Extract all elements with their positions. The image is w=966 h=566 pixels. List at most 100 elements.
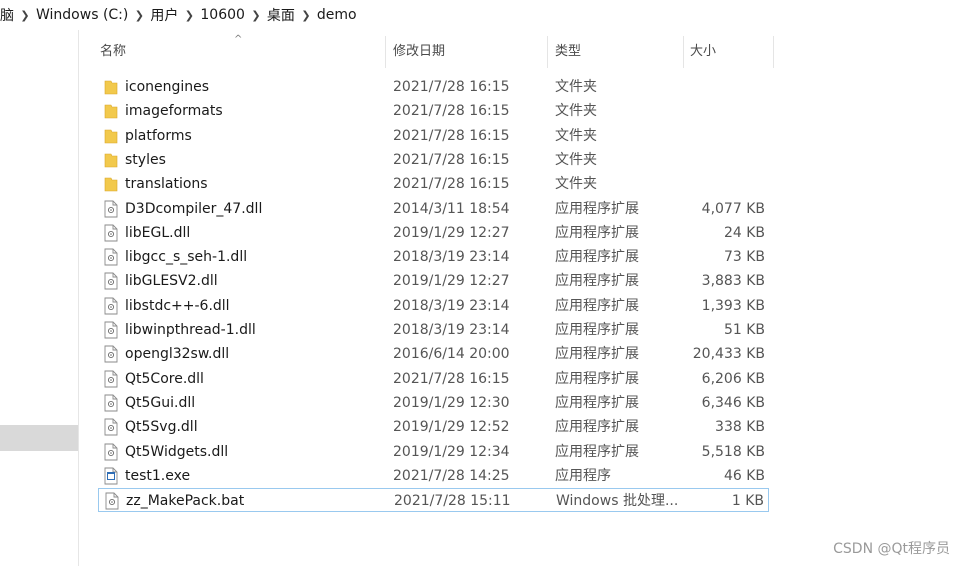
chevron-right-icon[interactable]: ❯: [132, 9, 146, 22]
file-name: iconengines: [125, 79, 210, 95]
file-size: 5,518 KB: [701, 443, 765, 460]
file-size: 46 KB: [723, 467, 765, 484]
sort-ascending-icon: ^: [234, 34, 243, 45]
file-row[interactable]: Qt5Core.dll 2021/7/28 16:15 应用程序扩展 6,206 KB: [98, 367, 769, 391]
file-type: 文件夹: [555, 176, 597, 193]
dll-file-icon: [104, 248, 118, 266]
file-row[interactable]: iconengines 2021/7/28 16:15 文件夹: [98, 75, 769, 99]
file-date: 2019/1/29 12:27: [393, 224, 510, 241]
breadcrumb-item[interactable]: 脑: [0, 5, 18, 25]
file-size: 6,206 KB: [701, 370, 765, 387]
file-row[interactable]: libEGL.dll 2019/1/29 12:27 应用程序扩展 24 KB: [98, 221, 769, 245]
file-row[interactable]: imageformats 2021/7/28 16:15 文件夹: [98, 99, 769, 123]
file-name: opengl32sw.dll: [125, 346, 230, 363]
file-type: 应用程序扩展: [555, 394, 639, 411]
dll-file-icon: [104, 272, 118, 290]
dll-file-icon: [104, 418, 118, 436]
breadcrumb-item[interactable]: Windows (C:): [32, 7, 132, 23]
file-name: platforms: [125, 127, 192, 144]
folder-icon: [104, 102, 118, 120]
file-name: libGLESV2.dll: [125, 273, 218, 290]
file-name: styles: [125, 151, 166, 168]
file-row[interactable]: libgcc_s_seh-1.dll 2018/3/19 23:14 应用程序扩展 7…: [98, 245, 769, 269]
column-header-name[interactable]: 名称: [100, 30, 126, 68]
file-row[interactable]: zz_MakePack.bat 2021/7/28 15:11 Windows 批处…: [98, 488, 769, 513]
file-name: Qt5Gui.dll: [125, 394, 196, 411]
dll-file-icon: [104, 370, 118, 388]
file-row[interactable]: translations 2021/7/28 16:15 文件夹: [98, 172, 769, 196]
chevron-right-icon[interactable]: ❯: [249, 9, 263, 22]
file-name: zz_MakePack.bat: [126, 493, 245, 510]
file-type: 应用程序扩展: [555, 419, 639, 436]
file-size: 3,883 KB: [701, 273, 765, 290]
file-type: 应用程序: [555, 467, 611, 484]
column-divider[interactable]: [773, 36, 774, 68]
breadcrumb-item[interactable]: 用户: [146, 5, 182, 25]
file-size: 4,077 KB: [701, 200, 765, 217]
column-header-type[interactable]: 类型: [555, 30, 581, 68]
bat-file-icon: [105, 492, 119, 510]
chevron-right-icon[interactable]: ❯: [182, 9, 196, 22]
file-date: 2021/7/28 16:15: [393, 151, 510, 168]
file-size: 73 KB: [723, 249, 765, 266]
breadcrumb-item[interactable]: 10600: [196, 7, 249, 23]
column-header-date[interactable]: 修改日期: [393, 30, 445, 68]
file-row[interactable]: D3Dcompiler_47.dll 2014/3/11 18:54 应用程序扩展 4…: [98, 197, 769, 221]
file-date: 2021/7/28 16:15: [393, 79, 510, 95]
exe-file-icon: [104, 467, 118, 485]
navigation-pane-selected-item[interactable]: [0, 425, 78, 451]
file-name: Qt5Svg.dll: [125, 419, 198, 436]
file-row[interactable]: opengl32sw.dll 2016/6/14 20:00 应用程序扩展 20,43…: [98, 342, 769, 366]
file-row[interactable]: styles 2021/7/28 16:15 文件夹: [98, 148, 769, 172]
file-row[interactable]: libGLESV2.dll 2019/1/29 12:27 应用程序扩展 3,883 …: [98, 269, 769, 293]
navigation-pane[interactable]: [0, 30, 79, 566]
file-row[interactable]: test1.exe 2021/7/28 14:25 应用程序 46 KB: [98, 464, 769, 488]
file-row[interactable]: Qt5Gui.dll 2019/1/29 12:30 应用程序扩展 6,346 KB: [98, 391, 769, 415]
file-date: 2019/1/29 12:34: [393, 443, 510, 460]
file-date: 2018/3/19 23:14: [393, 249, 510, 266]
file-type: 应用程序扩展: [555, 443, 639, 460]
column-header-size[interactable]: 大小: [690, 30, 716, 68]
file-name: libstdc++-6.dll: [125, 297, 230, 314]
file-date: 2018/3/19 23:14: [393, 297, 510, 314]
file-name: Qt5Widgets.dll: [125, 443, 229, 460]
breadcrumb-item[interactable]: 桌面: [263, 5, 299, 25]
file-row[interactable]: platforms 2021/7/28 16:15 文件夹: [98, 124, 769, 148]
breadcrumb-item[interactable]: demo: [313, 7, 361, 23]
file-date: 2019/1/29 12:52: [393, 419, 510, 436]
file-date: 2021/7/28 14:25: [393, 467, 510, 484]
file-date: 2021/7/28 16:15: [393, 103, 510, 120]
file-type: 应用程序扩展: [555, 322, 639, 338]
chevron-right-icon[interactable]: ❯: [299, 9, 313, 22]
file-size: 20,433 KB: [692, 346, 765, 363]
file-type: 应用程序扩展: [555, 273, 639, 290]
file-date: 2021/7/28 16:15: [393, 370, 510, 387]
watermark: CSDN @Qt程序员: [833, 541, 950, 557]
file-date: 2021/7/28 16:15: [393, 176, 510, 193]
file-size: 1 KB: [731, 493, 764, 510]
dll-file-icon: [104, 200, 118, 218]
file-date: 2016/6/14 20:00: [393, 346, 510, 363]
file-name: Qt5Core.dll: [125, 370, 204, 387]
column-divider[interactable]: [683, 36, 684, 68]
chevron-right-icon[interactable]: ❯: [18, 9, 32, 22]
file-row[interactable]: Qt5Svg.dll 2019/1/29 12:52 应用程序扩展 338 KB: [98, 415, 769, 439]
file-type: 应用程序扩展: [555, 370, 639, 387]
file-type: 文件夹: [555, 151, 597, 168]
file-row[interactable]: Qt5Widgets.dll 2019/1/29 12:34 应用程序扩展 5,518…: [98, 440, 769, 464]
file-name: test1.exe: [125, 467, 191, 484]
file-size: 1,393 KB: [701, 297, 765, 314]
file-type: 应用程序扩展: [555, 297, 639, 314]
file-row[interactable]: libstdc++-6.dll 2018/3/19 23:14 应用程序扩展 1,39…: [98, 294, 769, 318]
file-size: 51 KB: [723, 322, 765, 338]
file-name: translations: [125, 176, 208, 193]
file-size: 24 KB: [723, 224, 765, 241]
file-date: 2018/3/19 23:14: [393, 322, 510, 338]
file-row[interactable]: libwinpthread-1.dll 2018/3/19 23:14 应用程序扩展…: [98, 318, 769, 342]
file-date: 2021/7/28 16:15: [393, 127, 510, 144]
column-divider[interactable]: [547, 36, 548, 68]
column-divider[interactable]: [385, 36, 386, 68]
file-type: 应用程序扩展: [555, 224, 639, 241]
file-type: 应用程序扩展: [555, 346, 639, 363]
dll-file-icon: [104, 224, 118, 242]
